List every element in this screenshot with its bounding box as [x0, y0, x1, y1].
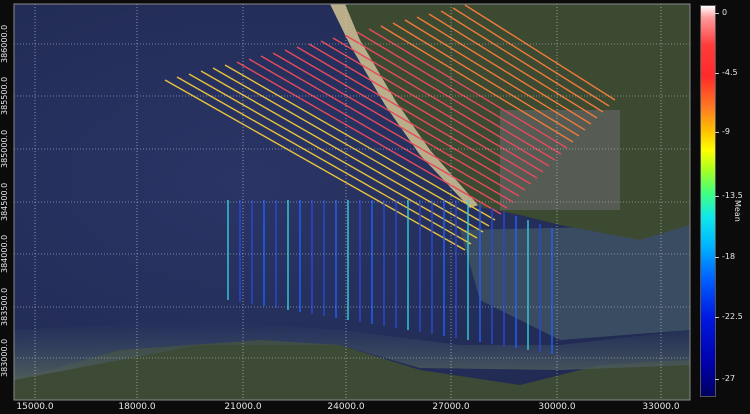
x-tick-label: 21000.0: [224, 402, 262, 412]
colorbar-tick-label: -27: [722, 374, 736, 383]
y-tick-label: 384500.0: [0, 182, 9, 222]
x-tick-label: 30000.0: [538, 402, 576, 412]
colorbar-tick-mark: [715, 257, 719, 258]
y-tick-label: 383000.0: [0, 338, 9, 378]
colorbar-tick-mark: [715, 73, 719, 74]
map-view[interactable]: 15000.0 18000.0 21000.0 24000.0 27000.0 …: [0, 0, 750, 414]
colorbar-tick-label: -22.5: [722, 312, 743, 321]
x-tick-label: 24000.0: [327, 402, 365, 412]
y-tick-label: 385000.0: [0, 129, 9, 169]
colorbar-tick-label: -13.5: [722, 191, 743, 200]
colorbar-tick-label: 0: [722, 8, 728, 17]
colorbar-tick-mark: [715, 196, 719, 197]
colorbar-tick-label: -4.5: [722, 68, 738, 77]
y-tick-label: 384000.0: [0, 234, 9, 274]
x-tick-label: 15000.0: [16, 402, 54, 412]
colorbar-tick-mark: [715, 132, 719, 133]
map-canvas[interactable]: [0, 0, 750, 414]
colorbar: [700, 5, 716, 397]
x-tick-label: 18000.0: [118, 402, 156, 412]
colorbar-title: Mean: [733, 200, 742, 222]
x-tick-label: 33000.0: [642, 402, 680, 412]
colorbar-tick-mark: [715, 379, 719, 380]
y-tick-label: 386000.0: [0, 24, 9, 64]
colorbar-tick-label: -9: [722, 127, 730, 136]
y-tick-label: 385500.0: [0, 76, 9, 116]
colorbar-tick-mark: [715, 13, 719, 14]
colorbar-tick-mark: [715, 317, 719, 318]
x-tick-label: 27000.0: [432, 402, 470, 412]
colorbar-tick-label: -18: [722, 252, 736, 261]
